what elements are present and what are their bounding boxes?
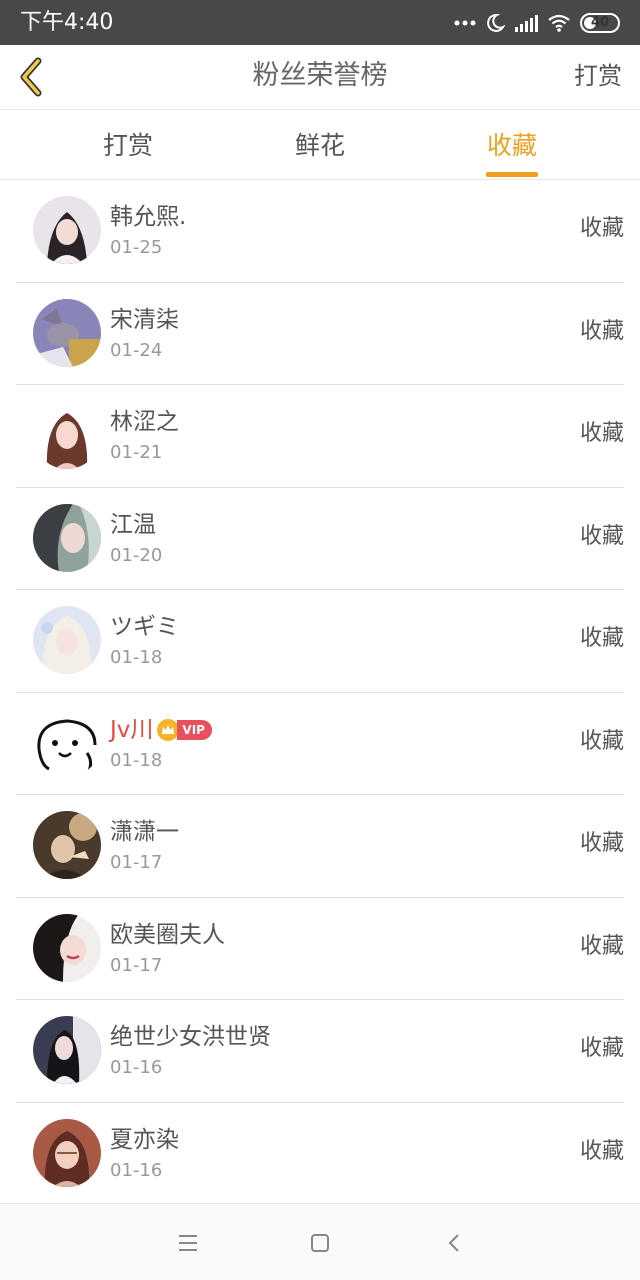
list-item[interactable]: 绝世少女洪世贤 01-16 收藏 — [16, 1000, 624, 1103]
avatar — [33, 913, 101, 982]
avatar — [33, 401, 101, 469]
list-item[interactable]: 夏亦染 01-16 收藏 — [16, 1103, 624, 1205]
name-line: 绝世少女洪世贤 — [110, 1020, 271, 1054]
home-button[interactable] — [305, 1228, 335, 1258]
fan-name: 江温 — [110, 511, 156, 538]
name-line: 潇潇一 — [110, 815, 179, 849]
battery-icon: 40 — [580, 13, 620, 33]
tab-reward[interactable]: 打赏 — [68, 130, 188, 162]
fan-date: 01-21 — [110, 442, 163, 463]
avatar — [33, 503, 101, 572]
name-line: 韩允熙. — [110, 200, 186, 234]
tab-bar: 打赏 鲜花 收藏 — [0, 110, 640, 180]
list-item[interactable]: 潇潇一 01-17 收藏 — [16, 795, 624, 898]
action-label: 收藏 — [579, 1138, 624, 1164]
fan-name: 夏亦染 — [110, 1126, 179, 1153]
fan-name: 绝世少女洪世贤 — [110, 1024, 271, 1050]
list-item[interactable]: ツギミ 01-18 收藏 — [16, 590, 624, 693]
fan-name: 宋清柒 — [110, 306, 179, 333]
status-time: 下午4:40 — [20, 10, 114, 35]
active-tab-indicator — [486, 172, 538, 177]
list-item[interactable]: Jv川 VIP 01-18 收藏 — [16, 693, 624, 795]
wifi-icon — [547, 14, 571, 32]
avatar — [33, 196, 101, 264]
name-line: 欧美圈夫人 — [110, 918, 225, 952]
list-item[interactable]: 欧美圈夫人 01-17 收藏 — [16, 898, 624, 1000]
battery-percent: 40 — [590, 15, 610, 30]
fan-name: ツギミ — [110, 614, 179, 640]
name-line: Jv川 VIP — [110, 713, 212, 747]
action-label: 收藏 — [579, 523, 624, 549]
action-label: 收藏 — [579, 728, 624, 754]
avatar — [33, 708, 101, 777]
list-item[interactable]: 林涩之 01-21 收藏 — [16, 385, 624, 488]
action-label: 收藏 — [579, 933, 624, 959]
avatar — [33, 298, 101, 367]
status-icons: 40 — [454, 10, 620, 36]
fan-name: 林涩之 — [110, 409, 179, 435]
more-dots-icon — [454, 19, 476, 27]
fan-date: 01-16 — [110, 1057, 163, 1078]
fan-date: 01-24 — [110, 339, 163, 361]
avatar — [33, 606, 101, 674]
avatar — [33, 811, 101, 879]
menu-button[interactable] — [173, 1228, 203, 1258]
fan-date: 01-17 — [110, 954, 163, 976]
list-item[interactable]: 韩允熙. 01-25 收藏 — [16, 180, 624, 283]
status-bar: 下午4:40 40 — [0, 0, 640, 45]
back-triangle-icon — [440, 1234, 470, 1262]
signal-icon — [514, 14, 538, 32]
fan-date: 01-25 — [110, 237, 163, 258]
action-label: 收藏 — [579, 626, 624, 651]
crown-icon — [157, 718, 180, 741]
action-label: 收藏 — [579, 318, 624, 344]
avatar — [33, 1118, 101, 1187]
page-title: 粉丝荣誉榜 — [252, 60, 388, 91]
avatar — [33, 1016, 101, 1084]
tab-favorites[interactable]: 收藏 — [452, 130, 572, 162]
system-nav-bar — [0, 1203, 640, 1280]
fan-name: Jv川 — [110, 716, 154, 743]
moon-icon — [485, 13, 505, 33]
action-label: 收藏 — [579, 421, 624, 446]
fan-list: 韩允熙. 01-25 收藏 宋清柒 01-24 收藏 林涩之 01-21 收藏 … — [0, 180, 640, 1205]
fan-name: 欧美圈夫人 — [110, 921, 225, 948]
name-line: 夏亦染 — [110, 1123, 179, 1157]
fan-name: 潇潇一 — [110, 819, 179, 845]
fan-name: 韩允熙. — [110, 204, 187, 230]
action-label: 收藏 — [579, 1036, 624, 1061]
system-back-button[interactable] — [440, 1228, 470, 1258]
name-line: 林涩之 — [110, 405, 179, 439]
reward-button[interactable]: 打赏 — [574, 60, 622, 92]
home-square-icon — [305, 1234, 335, 1262]
action-label: 收藏 — [579, 831, 624, 856]
tab-flowers[interactable]: 鲜花 — [260, 130, 380, 162]
fan-date: 01-18 — [110, 647, 163, 668]
fan-date: 01-20 — [110, 544, 163, 566]
fan-date: 01-17 — [110, 852, 163, 873]
name-line: 江温 — [110, 508, 156, 542]
title-bar: 粉丝荣誉榜 打赏 — [0, 45, 640, 110]
fan-date: 01-18 — [110, 749, 163, 771]
list-item[interactable]: 宋清柒 01-24 收藏 — [16, 283, 624, 385]
menu-icon — [173, 1235, 203, 1262]
name-line: 宋清柒 — [110, 303, 179, 337]
fan-date: 01-16 — [110, 1159, 163, 1181]
name-line: ツギミ — [110, 610, 179, 644]
list-item[interactable]: 江温 01-20 收藏 — [16, 488, 624, 590]
vip-badge: VIP — [177, 719, 212, 740]
action-label: 收藏 — [579, 216, 624, 241]
